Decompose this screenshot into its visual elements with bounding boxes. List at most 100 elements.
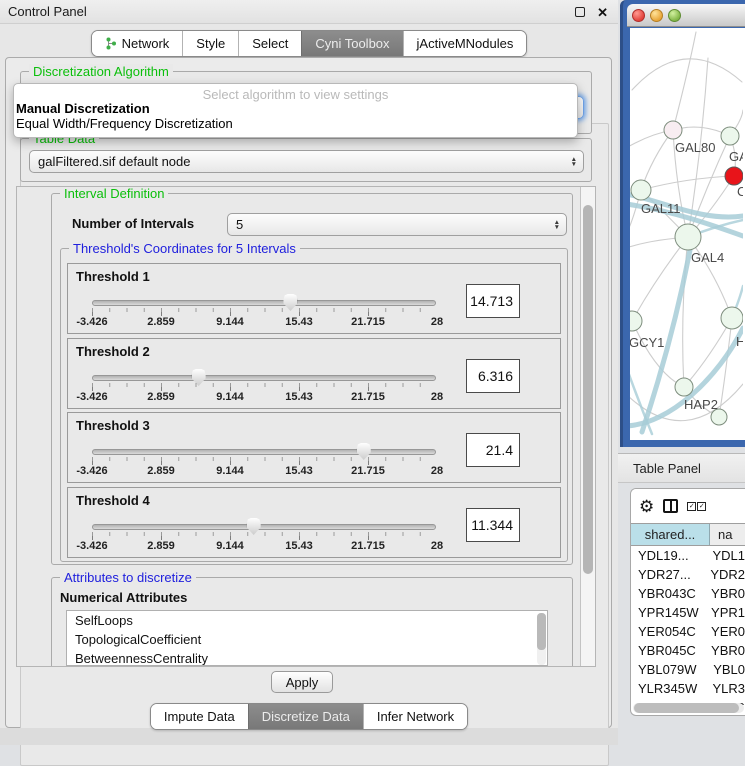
minimize-traffic-light-icon[interactable] [650,9,663,22]
thresholds-group-label: Threshold's Coordinates for 5 Intervals [69,241,300,256]
slider-track[interactable] [92,375,436,381]
number-of-intervals-combo[interactable]: 5 ▲▼ [227,213,567,236]
slider-ticks [92,308,437,316]
scale-tick-label: 28 [431,316,443,328]
app-root: Control Panel ✕ NetworkStyleSelectCyni T… [0,0,745,745]
scale-tick-label: 2.859 [147,391,175,403]
table-cell-name: YER0 [703,622,745,641]
slider-scale: -3.4262.8599.14415.4321.71528 [92,391,437,404]
threshold-2-value-field[interactable]: 6.316 [466,359,520,393]
tab-style[interactable]: Style [182,31,238,56]
tab-jactivemnodules[interactable]: jActiveMNodules [403,31,527,56]
table-row[interactable]: YDL19...YDL1 [631,546,745,565]
network-icon [105,37,117,50]
algorithm-placeholder: Select algorithm to view settings [14,84,577,101]
scale-tick-label: 28 [431,540,443,552]
slider-track[interactable] [92,524,436,530]
tab-select[interactable]: Select [238,31,301,56]
thresholds-group: Threshold's Coordinates for 5 Intervals … [60,248,568,562]
threshold-1-value-field[interactable]: 14.713 [466,284,520,318]
table-row[interactable]: YBR045CYBR0 [631,641,745,660]
numerical-attributes-list[interactable]: SelfLoopsTopologicalCoefficientBetweenne… [66,610,548,666]
checkbox-icon[interactable]: ✓ [687,502,696,511]
table-hscrollbar-thumb[interactable] [634,703,739,713]
scale-tick-label: 21.715 [351,540,385,552]
slider-track[interactable] [92,300,436,306]
network-node-node[interactable] [721,307,743,329]
network-node-gcy1[interactable] [630,311,642,331]
slider-track[interactable] [92,449,436,455]
tab-impute-data[interactable]: Impute Data [151,704,248,729]
number-of-intervals-value: 5 [236,217,243,232]
close-icon[interactable]: ✕ [597,6,608,19]
table-data-combo[interactable]: galFiltered.sif default node ▲▼ [29,150,584,173]
table-cell-shared-name: YBL079W [631,660,705,679]
scale-tick-label: 15.43 [285,391,313,403]
network-node-label: H [736,334,743,349]
threshold-3-value-field[interactable]: 21.4 [466,433,520,467]
network-node-label: C [737,184,743,199]
columns-icon[interactable] [663,499,678,513]
table-cell-name: YDL1 [704,546,745,565]
network-node-hap2[interactable] [675,378,693,396]
scale-tick-label: -3.426 [76,465,107,477]
settings-scrollpane: Interval Definition Number of Intervals … [16,186,596,667]
scale-tick-label: 9.144 [216,465,244,477]
algorithm-option-manual[interactable]: Manual Discretization [14,101,577,116]
checkbox-icon[interactable]: ✓ [697,502,706,511]
network-canvas[interactable]: GAL80GACGAL11GAL4GCY1HHAP2 [630,28,745,440]
network-window-titlebar[interactable] [627,4,745,27]
tab-infer-network[interactable]: Infer Network [363,704,467,729]
table-row[interactable]: YBR043CYBR0 [631,584,745,603]
network-node-label: GAL4 [691,250,724,265]
tab-label: Infer Network [377,704,454,729]
table-cell-name: YBL0 [705,660,745,679]
table-row[interactable]: YPR145WYPR1 [631,603,745,622]
slider-ticks [92,383,437,391]
network-node-gal11[interactable] [631,180,651,200]
tab-network[interactable]: Network [92,31,183,56]
table-cell-name: YLR3 [704,679,745,698]
threshold-4-value-field[interactable]: 11.344 [466,508,520,542]
network-graph[interactable]: GAL80GACGAL11GAL4GCY1HHAP2 [630,28,743,440]
table-cell-shared-name: YBR043C [631,584,703,603]
table-row[interactable]: YBL079WYBL0 [631,660,745,679]
network-edge[interactable] [673,32,696,130]
combo-stepper-icon: ▲▼ [554,214,560,235]
tab-cyni-toolbox[interactable]: Cyni Toolbox [301,31,402,56]
threshold-1-panel: Threshold 1-3.4262.8599.14415.4321.71528… [67,263,561,334]
tab-discretize-data[interactable]: Discretize Data [248,704,363,729]
algorithm-option-equal-width[interactable]: Equal Width/Frequency Discretization [14,116,577,131]
table-row[interactable]: YLR345WYLR3 [631,679,745,698]
table-panel-title: Table Panel [618,461,701,476]
scale-tick-label: 15.43 [285,316,313,328]
apply-button[interactable]: Apply [271,671,333,693]
list-scrollbar[interactable] [537,613,546,665]
network-node-label: GAL11 [641,201,681,216]
attributes-group-label: Attributes to discretize [60,570,196,585]
zoom-traffic-light-icon[interactable] [668,9,681,22]
attribute-item[interactable]: TopologicalCoefficient [67,630,547,649]
tab-label: Discretize Data [262,704,350,729]
network-node-gal80[interactable] [664,121,682,139]
float-window-icon[interactable] [575,7,585,17]
slider-scale: -3.4262.8599.14415.4321.71528 [92,540,437,553]
table-header-name[interactable]: na [710,524,745,545]
table-row[interactable]: YER054CYER0 [631,622,745,641]
table-row[interactable]: YDR27...YDR2 [631,565,745,584]
network-node-node[interactable] [721,127,739,145]
settings-scrollbar-thumb[interactable] [583,205,593,574]
interval-definition-group: Interval Definition Number of Intervals … [51,193,573,565]
network-node-selected-node[interactable] [725,167,743,185]
table-cell-shared-name: YDR27... [631,565,702,584]
network-node-gal4[interactable] [675,224,701,250]
network-edge[interactable] [641,176,734,190]
gear-icon[interactable]: ⚙ [639,498,654,515]
table-hscrollbar[interactable] [633,703,744,713]
attribute-item[interactable]: SelfLoops [67,611,547,630]
scale-tick-label: 28 [431,465,443,477]
settings-scrollbar[interactable] [580,187,595,666]
attribute-item[interactable]: BetweennessCentrality [67,649,547,666]
table-header-shared[interactable]: shared... [631,524,710,545]
close-traffic-light-icon[interactable] [632,9,645,22]
